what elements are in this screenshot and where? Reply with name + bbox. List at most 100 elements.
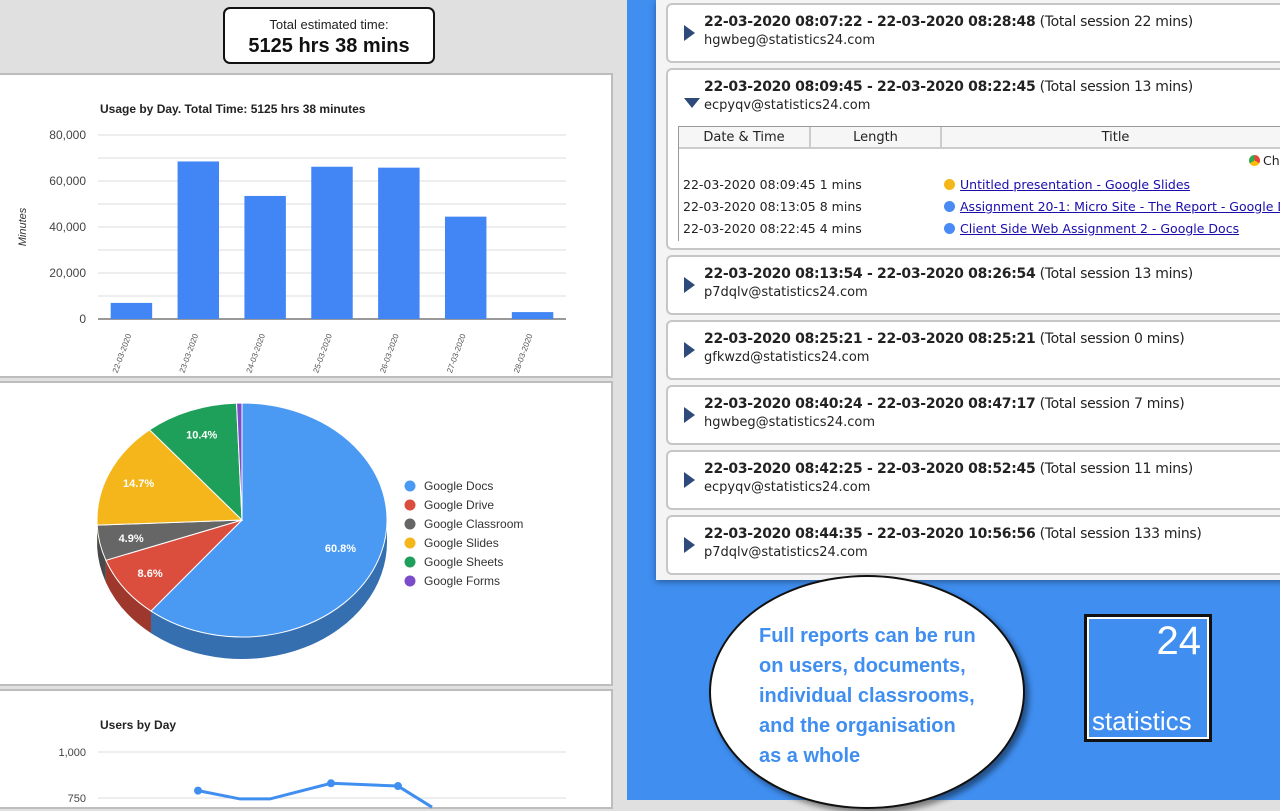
y-tick-label: 80,000 [49,128,86,142]
bar [111,303,152,319]
session-range: 22-03-2020 08:42:25 - 22-03-2020 08:52:4… [704,461,1193,477]
expand-triangle-icon[interactable] [684,407,695,423]
expand-triangle-icon[interactable] [684,537,695,553]
legend-label: Google Docs [424,479,493,493]
users-data-point [394,782,402,790]
session-row[interactable]: 22-03-2020 08:25:21 - 22-03-2020 08:25:2… [666,320,1280,380]
session-range: 22-03-2020 08:40:24 - 22-03-2020 08:47:1… [704,396,1184,412]
bar [445,217,486,319]
logo-number: 24 [1157,619,1202,664]
users-line-chart: 1,000 750 [0,691,611,811]
table-row: 22-03-2020 08:13:05 8 mins [683,199,862,214]
legend-label: Google Sheets [424,555,503,569]
total-time-box: Total estimated time: 5125 hrs 38 mins [223,7,435,64]
document-link[interactable]: Assignment 20-1: Micro Site - The Report… [960,199,1280,214]
session-range: 22-03-2020 08:25:21 - 22-03-2020 08:25:2… [704,331,1184,347]
bar [378,168,419,319]
legend-swatch [405,481,416,492]
browser-label: Chr [1263,153,1280,168]
session-range: 22-03-2020 08:07:22 - 22-03-2020 08:28:4… [704,14,1193,30]
total-time-value: 5125 hrs 38 mins [225,35,433,58]
legend-swatch [405,519,416,530]
column-header-length[interactable]: Length [811,127,942,149]
session-email: ecpyqv@statistics24.com [704,98,870,113]
y-tick-label: 20,000 [49,266,86,280]
bar [512,312,553,319]
pie-value-label: 4.9% [119,533,144,545]
document-link[interactable]: Client Side Web Assignment 2 - Google Do… [960,221,1239,236]
x-tick-label: 27-03-2020 [445,332,468,374]
session-row[interactable]: 22-03-2020 08:42:25 - 22-03-2020 08:52:4… [666,450,1280,510]
x-tick-label: 26-03-2020 [378,332,401,374]
y-tick-label: 60,000 [49,174,86,188]
app-usage-pie-chart: 60.8% 8.6% 4.9% 14.7% 10.4% Google Docs Google… [0,383,611,684]
legend-label: Google Forms [424,574,500,588]
y-tick-label: 40,000 [49,220,86,234]
session-email: hgwbeg@statistics24.com [704,33,875,48]
session-email: ecpyqv@statistics24.com [704,480,870,495]
session-email: gfkwzd@statistics24.com [704,350,869,365]
pie-value-label: 10.4% [186,430,217,442]
users-chart-card: Users by Day 1,000750 [0,689,613,809]
pie-value-label: 14.7% [123,478,154,490]
session-range: 22-03-2020 08:44:35 - 22-03-2020 10:56:5… [704,526,1202,542]
session-row[interactable]: 22-03-2020 08:44:35 - 22-03-2020 10:56:5… [666,515,1280,575]
pie-value-label: 60.8% [325,543,356,555]
x-tick-label: 25-03-2020 [311,332,334,374]
session-email: p7dqlv@statistics24.com [704,285,868,300]
bar [178,161,219,319]
app-usage-pie-card: 60.8% 8.6% 4.9% 14.7% 10.4% Google Docs Google… [0,381,613,686]
expand-triangle-icon[interactable] [684,25,695,41]
left-dashboard: Total estimated time: 5125 hrs 38 mins U… [0,0,627,800]
session-row[interactable]: 22-03-2020 08:07:22 - 22-03-2020 08:28:4… [666,3,1280,63]
total-time-label: Total estimated time: [225,17,433,32]
expand-triangle-icon[interactable] [684,342,695,358]
legend-swatch [405,576,416,587]
y-tick-label: 1,000 [58,747,86,759]
promo-bubble: Full reports can be run on users, docume… [709,575,1025,809]
x-tick-label: 24-03-2020 [245,332,268,374]
bar [311,167,352,319]
session-email: p7dqlv@statistics24.com [704,545,868,560]
x-tick-label: 22-03-2020 [111,332,134,374]
expand-triangle-icon[interactable] [684,472,695,488]
document-link[interactable]: Untitled presentation - Google Slides [960,177,1190,192]
usage-chart-card: Usage by Day. Total Time: 5125 hrs 38 mi… [0,73,613,378]
session-range: 22-03-2020 08:13:54 - 22-03-2020 08:26:5… [704,266,1193,282]
usage-bar-chart: 80,000 60,000 40,000 20,000 0 Minutes 22-03-20… [0,75,611,376]
legend-swatch [405,557,416,568]
legend-label: Google Classroom [424,517,523,531]
legend-swatch [405,500,416,511]
statistics24-logo: 24 statistics [1084,614,1212,742]
table-row: 22-03-2020 08:22:45 4 mins [683,221,862,236]
session-detail-table: Date & Time Length Title Chr 22-03-2020 … [678,126,1280,241]
x-tick-label: 28-03-2020 [512,332,535,374]
legend-swatch [405,538,416,549]
users-data-point [194,787,202,795]
slides-dot-icon [944,179,955,190]
expand-triangle-icon[interactable] [684,277,695,293]
session-email: hgwbeg@statistics24.com [704,415,875,430]
table-row: 22-03-2020 08:09:45 1 mins [683,177,862,192]
column-header-title[interactable]: Title [942,127,1280,149]
chrome-icon [1249,155,1260,166]
y-axis-label: Minutes [17,207,29,246]
sessions-panel: 22-03-2020 08:07:22 - 22-03-2020 08:28:4… [656,0,1280,580]
y-tick-label: 750 [68,793,86,805]
legend-label: Google Drive [424,498,494,512]
y-tick-label: 0 [79,312,86,326]
collapse-triangle-icon[interactable] [684,98,700,108]
session-row[interactable]: 22-03-2020 08:40:24 - 22-03-2020 08:47:1… [666,385,1280,445]
column-header-datetime[interactable]: Date & Time [679,127,811,149]
session-row[interactable]: 22-03-2020 08:13:54 - 22-03-2020 08:26:5… [666,255,1280,315]
bar [244,196,285,319]
docs-dot-icon [944,201,955,212]
logo-word: statistics [1092,706,1192,737]
users-data-point [327,779,335,787]
x-tick-label: 23-03-2020 [178,332,201,374]
promo-text: Full reports can be run on users, docume… [759,621,1009,771]
session-row-expanded[interactable]: 22-03-2020 08:09:45 - 22-03-2020 08:22:4… [666,68,1280,250]
pie-value-label: 8.6% [138,568,163,580]
legend-label: Google Slides [424,536,499,550]
session-range: 22-03-2020 08:09:45 - 22-03-2020 08:22:4… [704,79,1193,95]
